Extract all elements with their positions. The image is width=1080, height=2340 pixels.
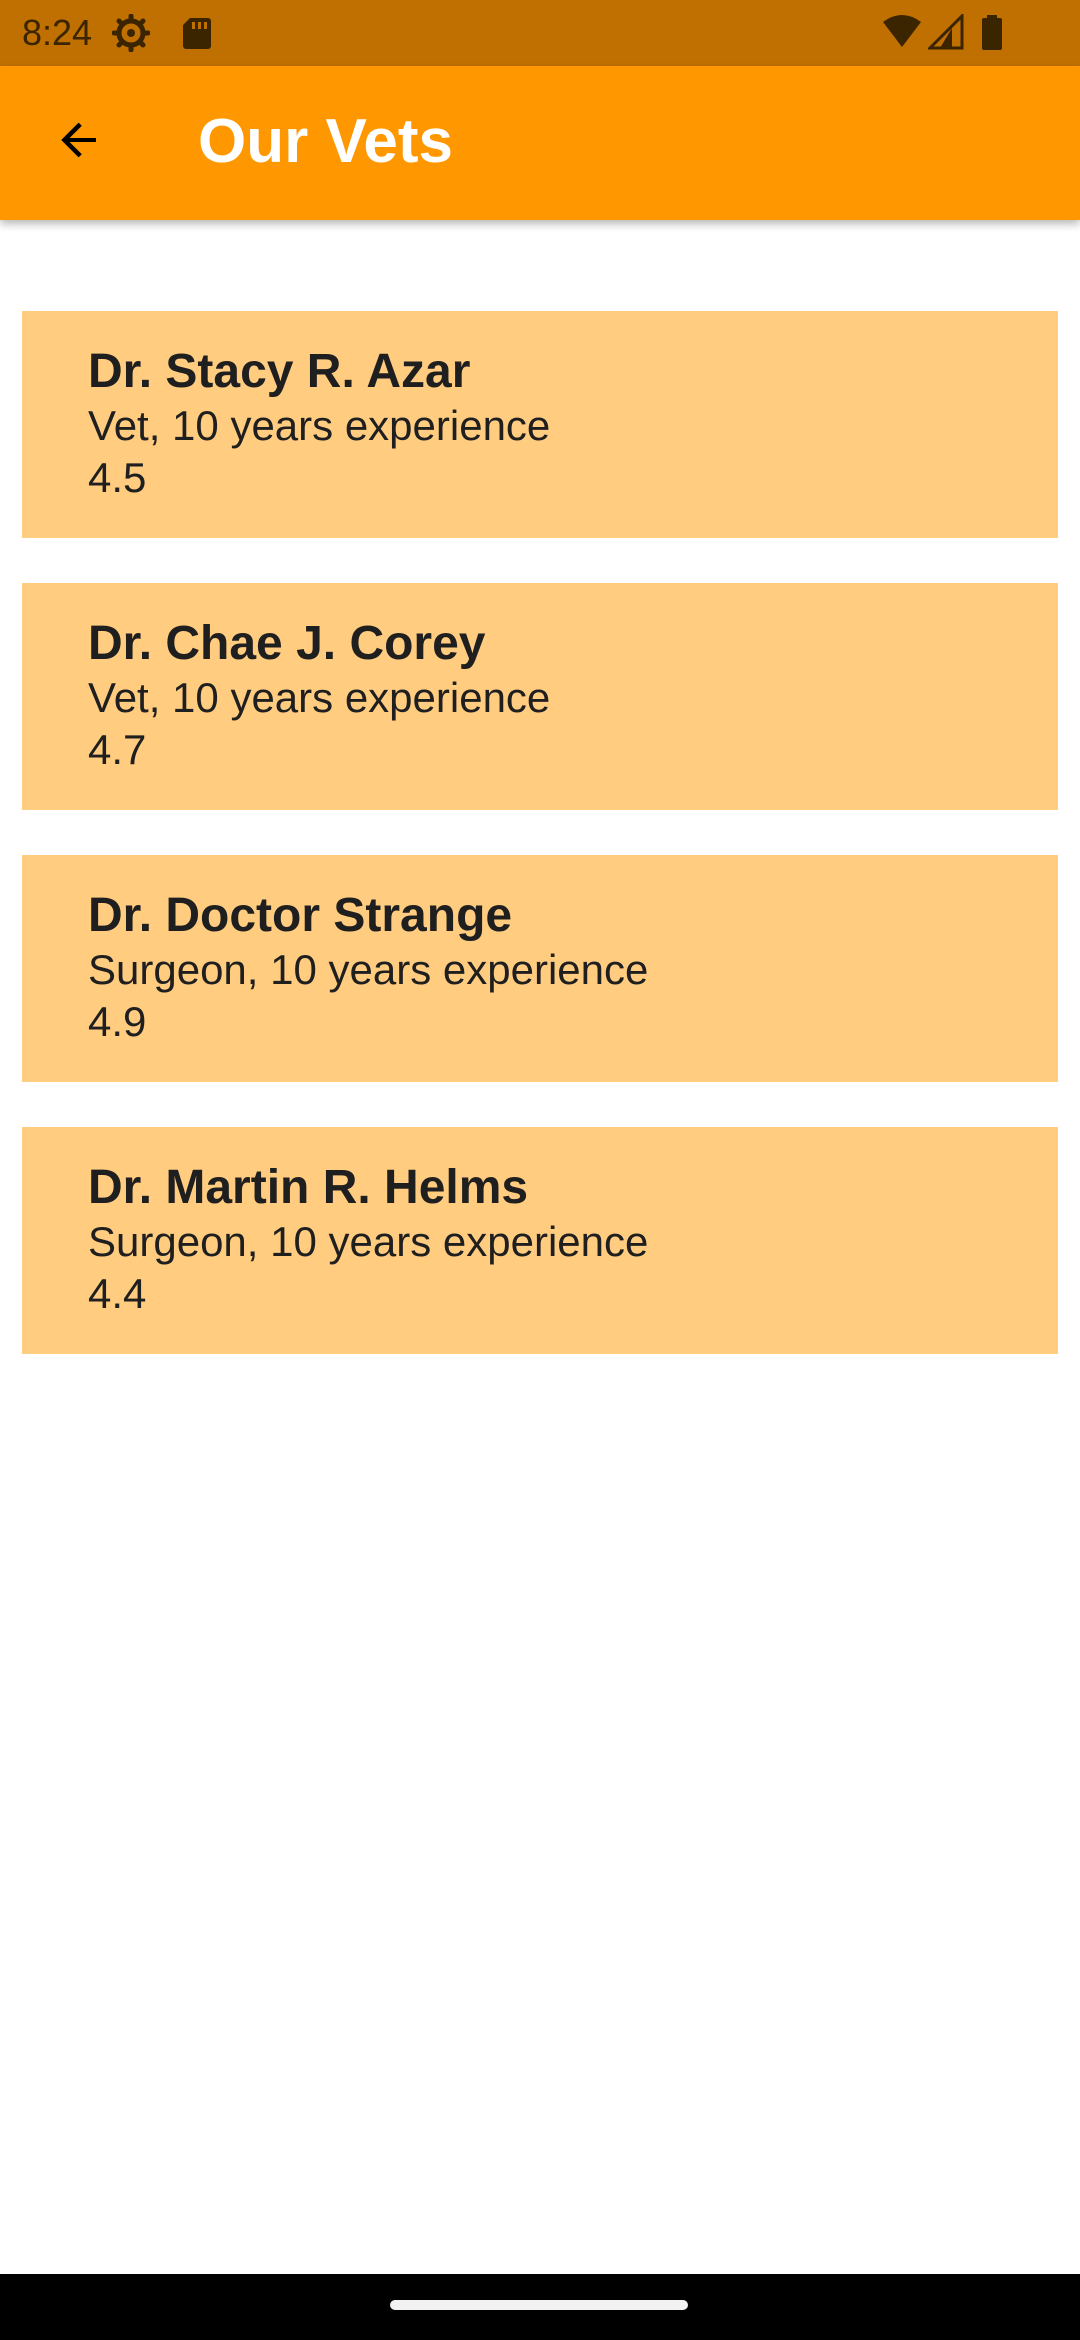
navigation-bar — [0, 2274, 1080, 2340]
vet-list: Dr. Stacy R. Azar Vet, 10 years experien… — [22, 311, 1058, 1399]
status-bar: 8:24 — [0, 0, 1080, 66]
vet-name: Dr. Martin R. Helms — [88, 1161, 529, 1214]
vet-card[interactable]: Dr. Stacy R. Azar Vet, 10 years experien… — [22, 311, 1058, 538]
page-title: Our Vets — [198, 107, 453, 176]
vet-rating: 4.7 — [88, 726, 147, 773]
vet-rating: 4.4 — [88, 1270, 147, 1317]
settings-icon — [111, 13, 151, 53]
arrow-back-icon — [56, 116, 104, 169]
sd-card-icon — [178, 14, 216, 52]
battery-icon — [980, 14, 1004, 52]
signal-icon — [926, 12, 964, 52]
vet-rating: 4.5 — [88, 454, 147, 501]
vet-name: Dr. Doctor Strange — [88, 889, 513, 942]
vet-card[interactable]: Dr. Chae J. Corey Vet, 10 years experien… — [22, 583, 1058, 810]
vet-rating: 4.9 — [88, 998, 147, 1045]
vet-name: Dr. Chae J. Corey — [88, 617, 486, 670]
vet-description: Surgeon, 10 years experience — [88, 1218, 649, 1265]
app-bar: Our Vets — [0, 66, 1080, 220]
vet-description: Vet, 10 years experience — [88, 402, 551, 449]
vet-name: Dr. Stacy R. Azar — [88, 345, 471, 398]
home-handle[interactable] — [390, 2300, 688, 2310]
vet-card[interactable]: Dr. Martin R. Helms Surgeon, 10 years ex… — [22, 1127, 1058, 1354]
status-time: 8:24 — [22, 12, 93, 53]
back-button[interactable] — [40, 102, 120, 182]
vet-description: Surgeon, 10 years experience — [88, 946, 649, 993]
vet-card[interactable]: Dr. Doctor Strange Surgeon, 10 years exp… — [22, 855, 1058, 1082]
wifi-icon — [882, 14, 922, 52]
vet-description: Vet, 10 years experience — [88, 674, 551, 721]
